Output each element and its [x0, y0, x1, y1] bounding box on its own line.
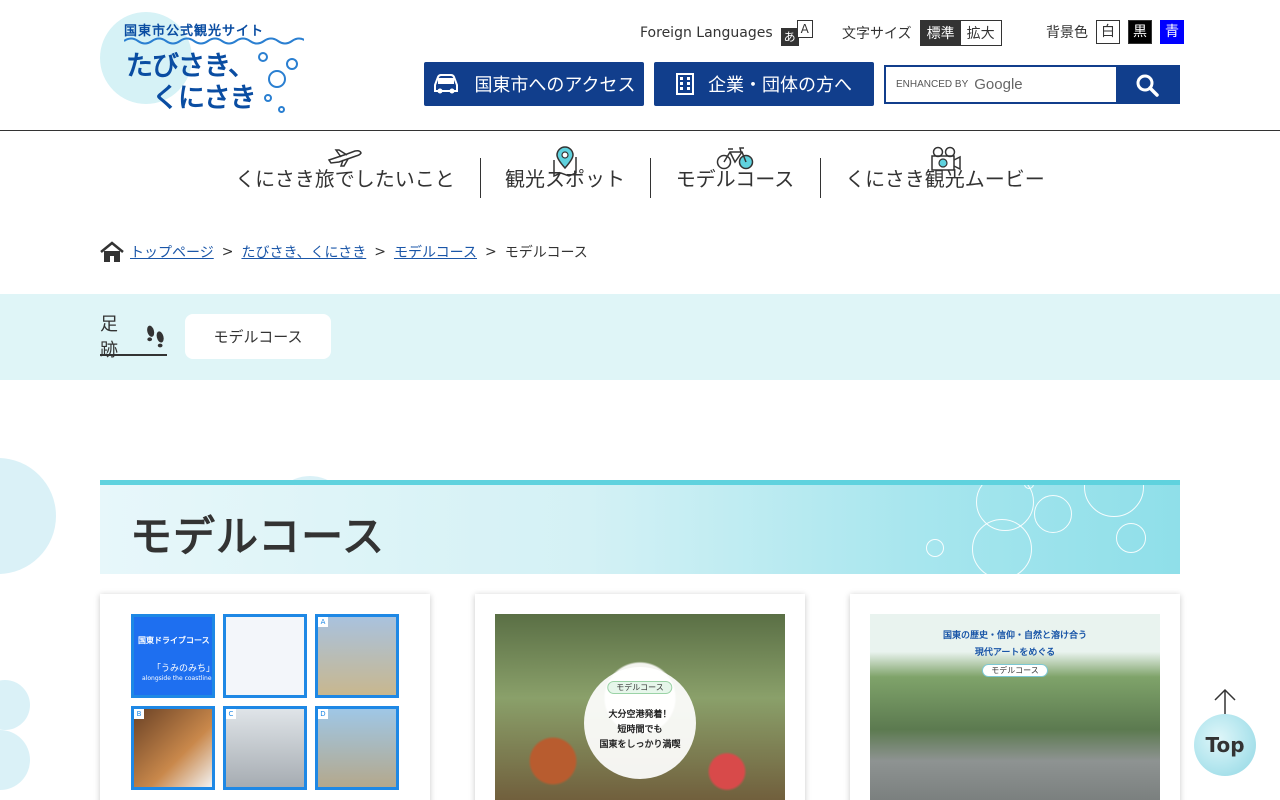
access-button-label: 国東市へのアクセス [474, 75, 636, 96]
bg-blue-button[interactable]: 青 [1160, 20, 1184, 44]
logo-bubble-icon [268, 70, 286, 88]
logo-bubble-icon [264, 94, 272, 102]
decor-bubble [0, 680, 30, 730]
stone-art-photo: 国東の歴史・信仰・自然と溶け合う 現代アートをめぐる モデルコース [870, 614, 1160, 800]
bg-black-button[interactable]: 黒 [1128, 20, 1152, 44]
course-tile: 国東ドライブコース 「うみのみち」 alongside the coastlin… [131, 614, 215, 698]
bg-white-button[interactable]: 白 [1096, 20, 1120, 44]
breadcrumb: トップページ > たびさき、くにさき > モデルコース > モデルコース [100, 241, 588, 263]
nav-item-model-course[interactable]: モデルコース [670, 146, 800, 212]
course-tile: D [315, 706, 399, 790]
logo-bubble-icon [258, 52, 268, 62]
corporate-button[interactable]: 企業・団体の方へ [654, 62, 874, 106]
decor-ring [926, 539, 944, 557]
global-nav: くにさき旅でしたいこと 観光スポット モデルコース くにさき観光ムービー [0, 132, 1280, 212]
footprints-icon [147, 325, 164, 348]
nav-item-label: 観光スポット [505, 167, 625, 191]
course-tile: C [223, 706, 307, 790]
nav-item-tourism-movie[interactable]: くにさき観光ムービー [842, 146, 1048, 212]
page-title: モデルコース [130, 512, 386, 561]
text-size-control: 文字サイズ 標準 拡大 [842, 20, 1002, 46]
site-search: ENHANCED BY Google [884, 65, 1180, 104]
footprint-label: 足跡 [100, 314, 167, 361]
bg-color-label: 背景色 [1046, 25, 1088, 41]
decor-ring [1034, 495, 1072, 533]
language-icon: あ A [780, 20, 815, 46]
course-card-drive[interactable]: 国東ドライブコース 「うみのみち」 alongside the coastlin… [100, 594, 430, 800]
breadcrumb-current: モデルコース [504, 245, 588, 261]
logo-subtitle: 国東市公式観光サイト [124, 24, 265, 39]
nav-item-label: モデルコース [675, 167, 795, 191]
course-tile-grid: 国東ドライブコース 「うみのみち」 alongside the coastlin… [120, 614, 410, 790]
nav-item-label: くにさき旅でしたいこと [235, 167, 455, 191]
corporate-button-label: 企業・団体の方へ [708, 75, 852, 96]
nav-item-things-to-do[interactable]: くにさき旅でしたいこと [234, 146, 456, 212]
search-input[interactable]: ENHANCED BY Google [886, 67, 1116, 102]
decor-ring [1084, 485, 1144, 517]
nav-item-label: くにさき観光ムービー [845, 167, 1045, 191]
home-icon [100, 241, 124, 262]
nav-divider [820, 158, 821, 198]
google-label: Google [974, 76, 1023, 93]
back-to-top-button[interactable]: Top [1192, 688, 1258, 778]
footprint-bar: 足跡 モデルコース [0, 294, 1280, 380]
search-enhanced-label: ENHANCED BY [896, 79, 969, 90]
search-icon [1136, 74, 1159, 97]
course-caption-bubble: モデルコース 大分空港発着！ 短時間でも 国東をしっかり満喫 [584, 667, 696, 780]
course-caption: 国東の歴史・信仰・自然と溶け合う 現代アートをめぐる モデルコース [942, 631, 1087, 677]
nav-divider [480, 158, 481, 198]
course-card-airport[interactable]: モデルコース 大分空港発着！ 短時間でも 国東をしっかり満喫 [475, 594, 805, 800]
breadcrumb-home-link[interactable]: トップページ [130, 242, 214, 262]
course-card-image: 国東の歴史・信仰・自然と溶け合う 現代アートをめぐる モデルコース [870, 614, 1160, 800]
course-tile [223, 614, 307, 698]
back-to-top-label: Top [1194, 714, 1256, 776]
course-card-art[interactable]: 国東の歴史・信仰・自然と溶け合う 現代アートをめぐる モデルコース [850, 594, 1180, 800]
car-icon [434, 74, 459, 94]
course-tile: A [315, 614, 399, 698]
search-button[interactable] [1116, 67, 1178, 102]
site-header: 国東市公式観光サイト たびさき、 くにさき Foreign Languages … [0, 0, 1280, 131]
decor-ring [972, 519, 1032, 574]
logo-bubble-icon [278, 106, 285, 113]
bg-color-control: 背景色 白 黒 青 [1046, 20, 1184, 44]
course-tile: B [131, 706, 215, 790]
site-logo[interactable]: 国東市公式観光サイト たびさき、 くにさき [100, 10, 305, 116]
building-icon [676, 73, 694, 95]
page-title-banner: モデルコース [100, 480, 1180, 574]
course-card-image: モデルコース 大分空港発着！ 短時間でも 国東をしっかり満喫 [495, 614, 785, 800]
text-size-buttons: 標準 拡大 [919, 20, 1002, 46]
footprint-chip-model-course[interactable]: モデルコース [185, 314, 331, 359]
decor-ring [1116, 523, 1146, 553]
course-card-image: 国東ドライブコース 「うみのみち」 alongside the coastlin… [120, 614, 410, 800]
logo-bubble-icon [286, 58, 298, 70]
access-button[interactable]: 国東市へのアクセス [424, 62, 644, 106]
foreign-languages-link[interactable]: Foreign Languages あ A [640, 20, 815, 46]
breadcrumb-level1-link[interactable]: たびさき、くにさき [241, 242, 366, 262]
breadcrumb-level2-link[interactable]: モデルコース [394, 242, 477, 262]
decor-bubble [0, 730, 30, 790]
flower-shop-photo: モデルコース 大分空港発着！ 短時間でも 国東をしっかり満喫 [495, 614, 785, 800]
text-size-label: 文字サイズ [842, 26, 912, 42]
foreign-languages-label: Foreign Languages [640, 25, 773, 41]
decor-bubble [0, 458, 56, 574]
logo-title-line2: くにさき [152, 83, 256, 114]
decor-ring [1024, 485, 1034, 489]
nav-item-tourist-spots[interactable]: 観光スポット [500, 146, 630, 212]
text-size-large-button[interactable]: 拡大 [961, 21, 1001, 45]
text-size-standard-button[interactable]: 標準 [920, 21, 961, 45]
nav-divider [650, 158, 651, 198]
